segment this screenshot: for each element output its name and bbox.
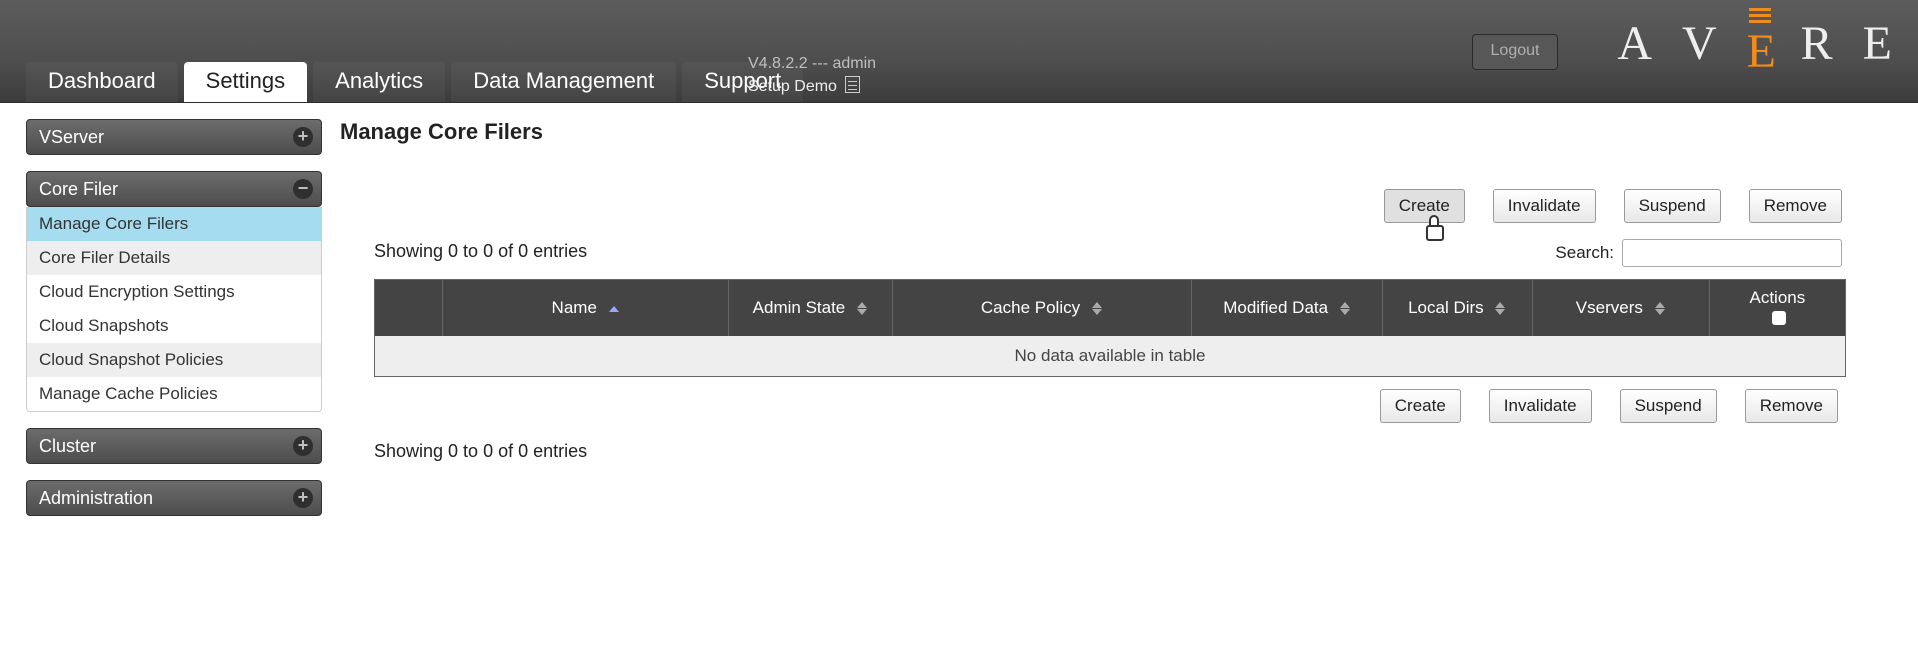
sidebar-header-label: Cluster — [39, 436, 96, 456]
toolbar-top: Create Invalidate Suspend Remove — [340, 189, 1846, 223]
cluster-info: V4.8.2.2 --- admin Setup Demo — [748, 53, 876, 98]
entries-count: Showing 0 to 0 of 0 entries — [340, 241, 587, 262]
sort-icon — [1654, 301, 1666, 316]
info-row: Showing 0 to 0 of 0 entries Search: — [340, 229, 1846, 273]
sidebar-item-core-filer-details[interactable]: Core Filer Details — [27, 241, 321, 275]
col-admin-state[interactable]: Admin State — [729, 280, 892, 337]
suspend-button[interactable]: Suspend — [1624, 189, 1721, 223]
col-label: Vservers — [1576, 298, 1643, 317]
sidebar-section-vserver: VServer + — [26, 119, 322, 155]
brand-logo: A V R E — [1617, 14, 1894, 74]
search-area: Search: — [1555, 239, 1842, 267]
sort-icon — [1339, 301, 1351, 316]
col-local-dirs[interactable]: Local Dirs — [1382, 280, 1532, 337]
search-label: Search: — [1555, 243, 1614, 263]
sidebar-item-manage-cache-policies[interactable]: Manage Cache Policies — [27, 377, 321, 411]
sidebar-header-cluster[interactable]: Cluster + — [26, 428, 322, 464]
sidebar-section-administration: Administration + — [26, 480, 322, 516]
remove-button[interactable]: Remove — [1749, 189, 1842, 223]
col-label: Cache Policy — [981, 298, 1080, 317]
logo-letter: A — [1617, 20, 1654, 68]
toolbar-bottom: Create Invalidate Suspend Remove — [374, 389, 1842, 423]
sidebar-items: Manage Core Filers Core Filer Details Cl… — [26, 207, 322, 412]
sidebar-header-label: Core Filer — [39, 179, 118, 199]
logout-button[interactable]: Logout — [1472, 34, 1558, 70]
action-buttons-bottom: Create Invalidate Suspend Remove — [1380, 389, 1838, 423]
settings-sidebar: VServer + Core Filer − Manage Core Filer… — [26, 119, 322, 532]
logo-letter: E — [1863, 20, 1894, 68]
document-icon[interactable] — [845, 76, 860, 93]
sort-icon — [856, 301, 868, 316]
sort-asc-icon — [608, 305, 620, 313]
create-button[interactable]: Create — [1384, 189, 1465, 223]
action-buttons-top: Create Invalidate Suspend Remove — [1384, 189, 1842, 223]
tab-settings[interactable]: Settings — [184, 62, 308, 102]
col-actions[interactable]: Actions — [1709, 280, 1845, 337]
col-name[interactable]: Name — [443, 280, 729, 337]
main-content: Manage Core Filers Create Invalidate Sus… — [322, 119, 1918, 462]
page-body: VServer + Core Filer − Manage Core Filer… — [0, 103, 1918, 532]
sidebar-header-label: Administration — [39, 488, 153, 508]
col-vservers[interactable]: Vservers — [1532, 280, 1709, 337]
tab-dashboard[interactable]: Dashboard — [26, 62, 178, 102]
invalidate-button[interactable]: Invalidate — [1493, 189, 1596, 223]
sidebar-item-cloud-snapshots[interactable]: Cloud Snapshots — [27, 309, 321, 343]
col-label: Name — [552, 298, 597, 317]
col-modified-data[interactable]: Modified Data — [1192, 280, 1383, 337]
create-button[interactable]: Create — [1380, 389, 1461, 423]
sidebar-header-core-filer[interactable]: Core Filer − — [26, 171, 322, 207]
sidebar-header-vserver[interactable]: VServer + — [26, 119, 322, 155]
page-title: Manage Core Filers — [340, 119, 1846, 145]
logo-letter: R — [1801, 20, 1835, 68]
top-bar: Logout A V R E Dashboard Settings Analyt… — [0, 0, 1918, 103]
primary-tabs: Dashboard Settings Analytics Data Manage… — [26, 62, 803, 102]
sort-icon — [1091, 301, 1103, 316]
suspend-button[interactable]: Suspend — [1620, 389, 1717, 423]
empty-message: No data available in table — [375, 336, 1846, 377]
sidebar-header-administration[interactable]: Administration + — [26, 480, 322, 516]
collapse-icon: − — [293, 179, 313, 199]
sidebar-header-label: VServer — [39, 127, 104, 147]
expand-icon: + — [293, 127, 313, 147]
logo-letter-accent — [1747, 14, 1773, 74]
cluster-name: Setup Demo — [748, 78, 837, 95]
core-filers-table: Name Admin State Cache Policy Modified D… — [374, 279, 1846, 377]
sidebar-item-cloud-encryption[interactable]: Cloud Encryption Settings — [27, 275, 321, 309]
version-text: V4.8.2.2 --- admin — [748, 53, 876, 75]
table-empty-row: No data available in table — [375, 336, 1846, 377]
sidebar-item-cloud-snapshot-policies[interactable]: Cloud Snapshot Policies — [27, 343, 321, 377]
table-header-row: Name Admin State Cache Policy Modified D… — [375, 280, 1846, 337]
col-select[interactable] — [375, 280, 443, 337]
entries-count-bottom: Showing 0 to 0 of 0 entries — [340, 441, 1846, 462]
remove-button[interactable]: Remove — [1745, 389, 1838, 423]
expand-icon: + — [293, 488, 313, 508]
col-label: Modified Data — [1223, 298, 1328, 317]
search-input[interactable] — [1622, 239, 1842, 267]
sidebar-section-cluster: Cluster + — [26, 428, 322, 464]
col-label: Local Dirs — [1408, 298, 1484, 317]
expand-icon: + — [293, 436, 313, 456]
col-label: Admin State — [753, 298, 846, 317]
col-cache-policy[interactable]: Cache Policy — [892, 280, 1192, 337]
sidebar-section-core-filer: Core Filer − Manage Core Filers Core Fil… — [26, 171, 322, 412]
select-all-checkbox[interactable] — [1772, 311, 1786, 325]
tab-analytics[interactable]: Analytics — [313, 62, 445, 102]
logo-letter: V — [1682, 20, 1719, 68]
sort-icon — [1494, 301, 1506, 316]
sidebar-item-manage-core-filers[interactable]: Manage Core Filers — [27, 207, 321, 241]
invalidate-button[interactable]: Invalidate — [1489, 389, 1592, 423]
col-label: Actions — [1749, 288, 1805, 307]
tab-data-management[interactable]: Data Management — [451, 62, 676, 102]
